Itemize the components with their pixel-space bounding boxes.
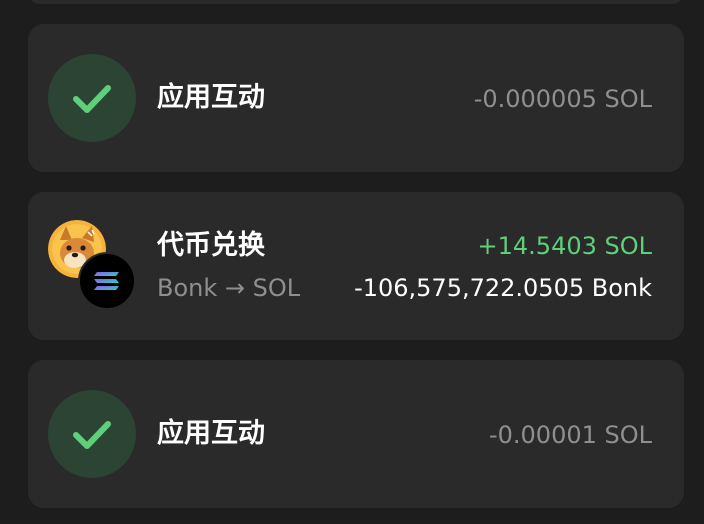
transaction-card-token-swap[interactable]: 代币兑换 Bonk → SOL +14.5403 SOL -106,575,72… bbox=[28, 192, 684, 340]
transaction-card-app-interaction[interactable]: 应用互动 -0.000005 SOL bbox=[28, 24, 684, 172]
transaction-card-app-interaction[interactable]: 应用互动 -0.00001 SOL bbox=[28, 360, 684, 508]
swap-amount-sent: -106,575,722.0505 Bonk bbox=[354, 274, 652, 302]
transaction-amount: -0.00001 SOL bbox=[488, 421, 652, 449]
transaction-title: 代币兑换 bbox=[157, 230, 265, 261]
swap-amount-received: +14.5403 SOL bbox=[477, 232, 652, 260]
solana-token-icon bbox=[78, 252, 136, 310]
transaction-amount: -0.000005 SOL bbox=[473, 85, 652, 113]
success-check-icon bbox=[48, 390, 136, 478]
transaction-card-partial[interactable] bbox=[28, 0, 684, 4]
transaction-title: 应用互动 bbox=[157, 418, 265, 449]
swap-pair-label: Bonk → SOL bbox=[157, 274, 301, 302]
success-check-icon bbox=[48, 54, 136, 142]
transaction-title: 应用互动 bbox=[157, 82, 265, 113]
transaction-history-screen: 应用互动 -0.000005 SOL 代币兑换 Bonk → SOL +14.5… bbox=[0, 0, 704, 524]
